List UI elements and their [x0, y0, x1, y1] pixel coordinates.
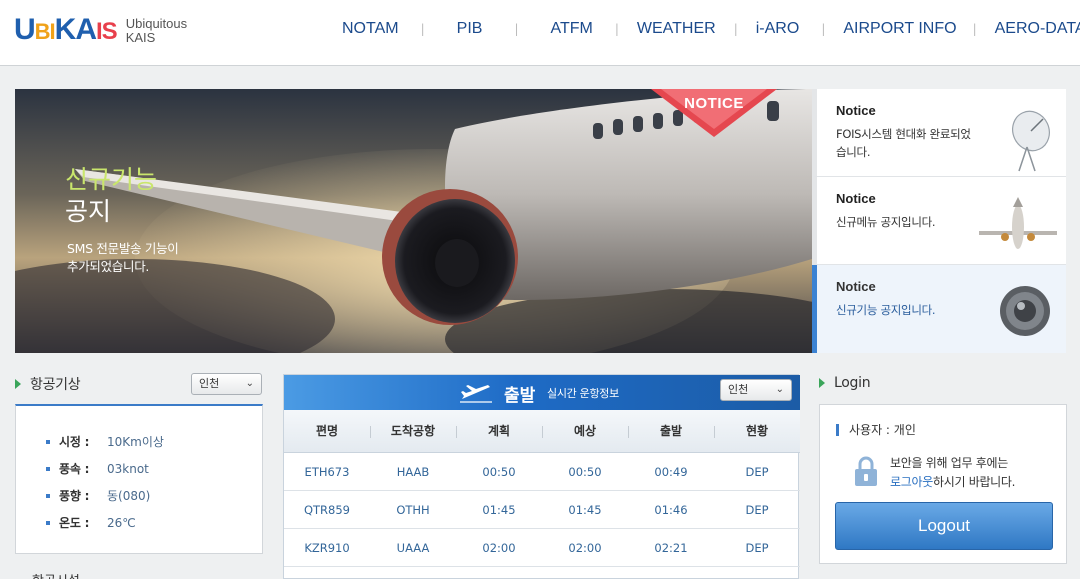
col-scheduled: 계획 [456, 410, 542, 452]
flight-airport-select[interactable]: 인천 ⌄ [720, 379, 792, 401]
flight-panel-header: 출발 실시간 운항정보 인천 ⌄ [284, 375, 800, 410]
nav-pib[interactable]: PIB [457, 18, 483, 40]
weather-row-wind-direction: 풍향 : 동(080) [46, 487, 150, 504]
nav-i-aro[interactable]: i-ARO [756, 18, 800, 40]
col-flight-number: 편명 [315, 424, 339, 438]
nav-aero-data[interactable]: AERO-DATA [995, 18, 1080, 40]
notice-ribbon-label: NOTICE [684, 95, 744, 112]
banner-title-line1: 신규기능 [65, 165, 158, 194]
weather-row-wind-speed: 풍속 :03knot [46, 460, 149, 477]
section-marker-icon [819, 378, 825, 388]
speaker-icon [1000, 286, 1050, 336]
security-message-line2: 로그아웃하시기 바랍니다. [890, 475, 1016, 489]
weather-row-temperature: 온도 :26℃ [46, 514, 136, 531]
airplane-icon [979, 197, 1057, 249]
login-section-header: Login [819, 375, 871, 391]
logo-mark: UBIKAIS [14, 13, 118, 46]
departure-plane-icon [460, 385, 492, 403]
nav-airport-info[interactable]: AIRPORT INFO [843, 18, 956, 40]
flight-table-header: 편명 도착공항 계획 예상 출발 현황 [284, 410, 800, 453]
banner-description: SMS 전문발송 기능이 추가되었습니다. [67, 241, 179, 274]
user-type: 사용자 : 개인 [836, 421, 916, 438]
table-row[interactable]: QTR859 OTHH 01:45 01:45 01:46 DEP [284, 491, 800, 529]
chevron-down-icon: ⌄ [775, 384, 784, 395]
logout-button[interactable]: Logout [835, 502, 1053, 550]
table-row[interactable]: KZR910 UAAA 02:00 02:00 02:21 DEP [284, 529, 800, 567]
col-departed: 출발 [628, 410, 714, 452]
lock-icon [855, 456, 877, 486]
top-header: UBIKAIS Ubiquitous KAIS NOTAM | PIB | AT… [0, 0, 1080, 66]
logo-subtitle: Ubiquitous KAIS [125, 16, 188, 45]
weather-panel: 시정 :10Km이상 풍속 :03knot 풍향 : 동(080) 온도 :26℃ [15, 404, 263, 554]
satellite-dish-icon [1012, 110, 1050, 172]
section-marker-icon [15, 379, 21, 389]
main-banner[interactable]: NOTICE 신규기능 공지 SMS 전문발송 기능이 추가되었습니다. [15, 89, 812, 353]
nav-atfm[interactable]: ATFM [550, 18, 592, 40]
notice-item-1[interactable]: Notice FOIS시스템 현대화 완료되었 습니다. [812, 89, 1066, 177]
col-estimated: 예상 [542, 410, 628, 452]
weather-section-header: 항공기상 [15, 374, 81, 394]
security-message-line1: 보안을 위해 업무 후에는 [890, 456, 1008, 470]
col-status: 현황 [714, 410, 800, 452]
weather-airport-select[interactable]: 인천 ⌄ [191, 373, 262, 395]
ubikais-logo[interactable]: UBIKAIS Ubiquitous KAIS [14, 14, 187, 48]
nav-weather[interactable]: WEATHER [637, 18, 716, 40]
chevron-down-icon: ⌄ [245, 378, 254, 389]
flight-panel-title: 출발 [504, 386, 536, 406]
login-panel: 사용자 : 개인 보안을 위해 업무 후에는 로그아웃하시기 바랍니다. Log… [819, 404, 1067, 564]
departure-flight-panel: 출발 실시간 운항정보 인천 ⌄ 편명 도착공항 계획 예상 출발 현황 ETH6… [283, 374, 800, 579]
weather-title: 항공기상 [30, 377, 81, 393]
banner-title-line2: 공지 [65, 197, 112, 226]
col-arrival-airport: 도착공항 [370, 410, 456, 452]
notice-item-3[interactable]: Notice 신규기능 공지입니다. [812, 265, 1066, 353]
next-section-title: 항공시설 [32, 570, 80, 579]
notice-item-2[interactable]: Notice 신규메뉴 공지입니다. [812, 177, 1066, 265]
nav-notam[interactable]: NOTAM [342, 18, 399, 40]
login-title: Login [834, 375, 871, 391]
table-row[interactable]: ETH673 HAAB 00:50 00:50 00:49 DEP [284, 453, 800, 491]
main-nav: NOTAM | PIB | ATFM | WEATHER | i-ARO | A… [322, 18, 1080, 40]
flight-panel-subtitle: 실시간 운항정보 [547, 387, 619, 400]
weather-row-visibility: 시정 :10Km이상 [46, 433, 164, 450]
